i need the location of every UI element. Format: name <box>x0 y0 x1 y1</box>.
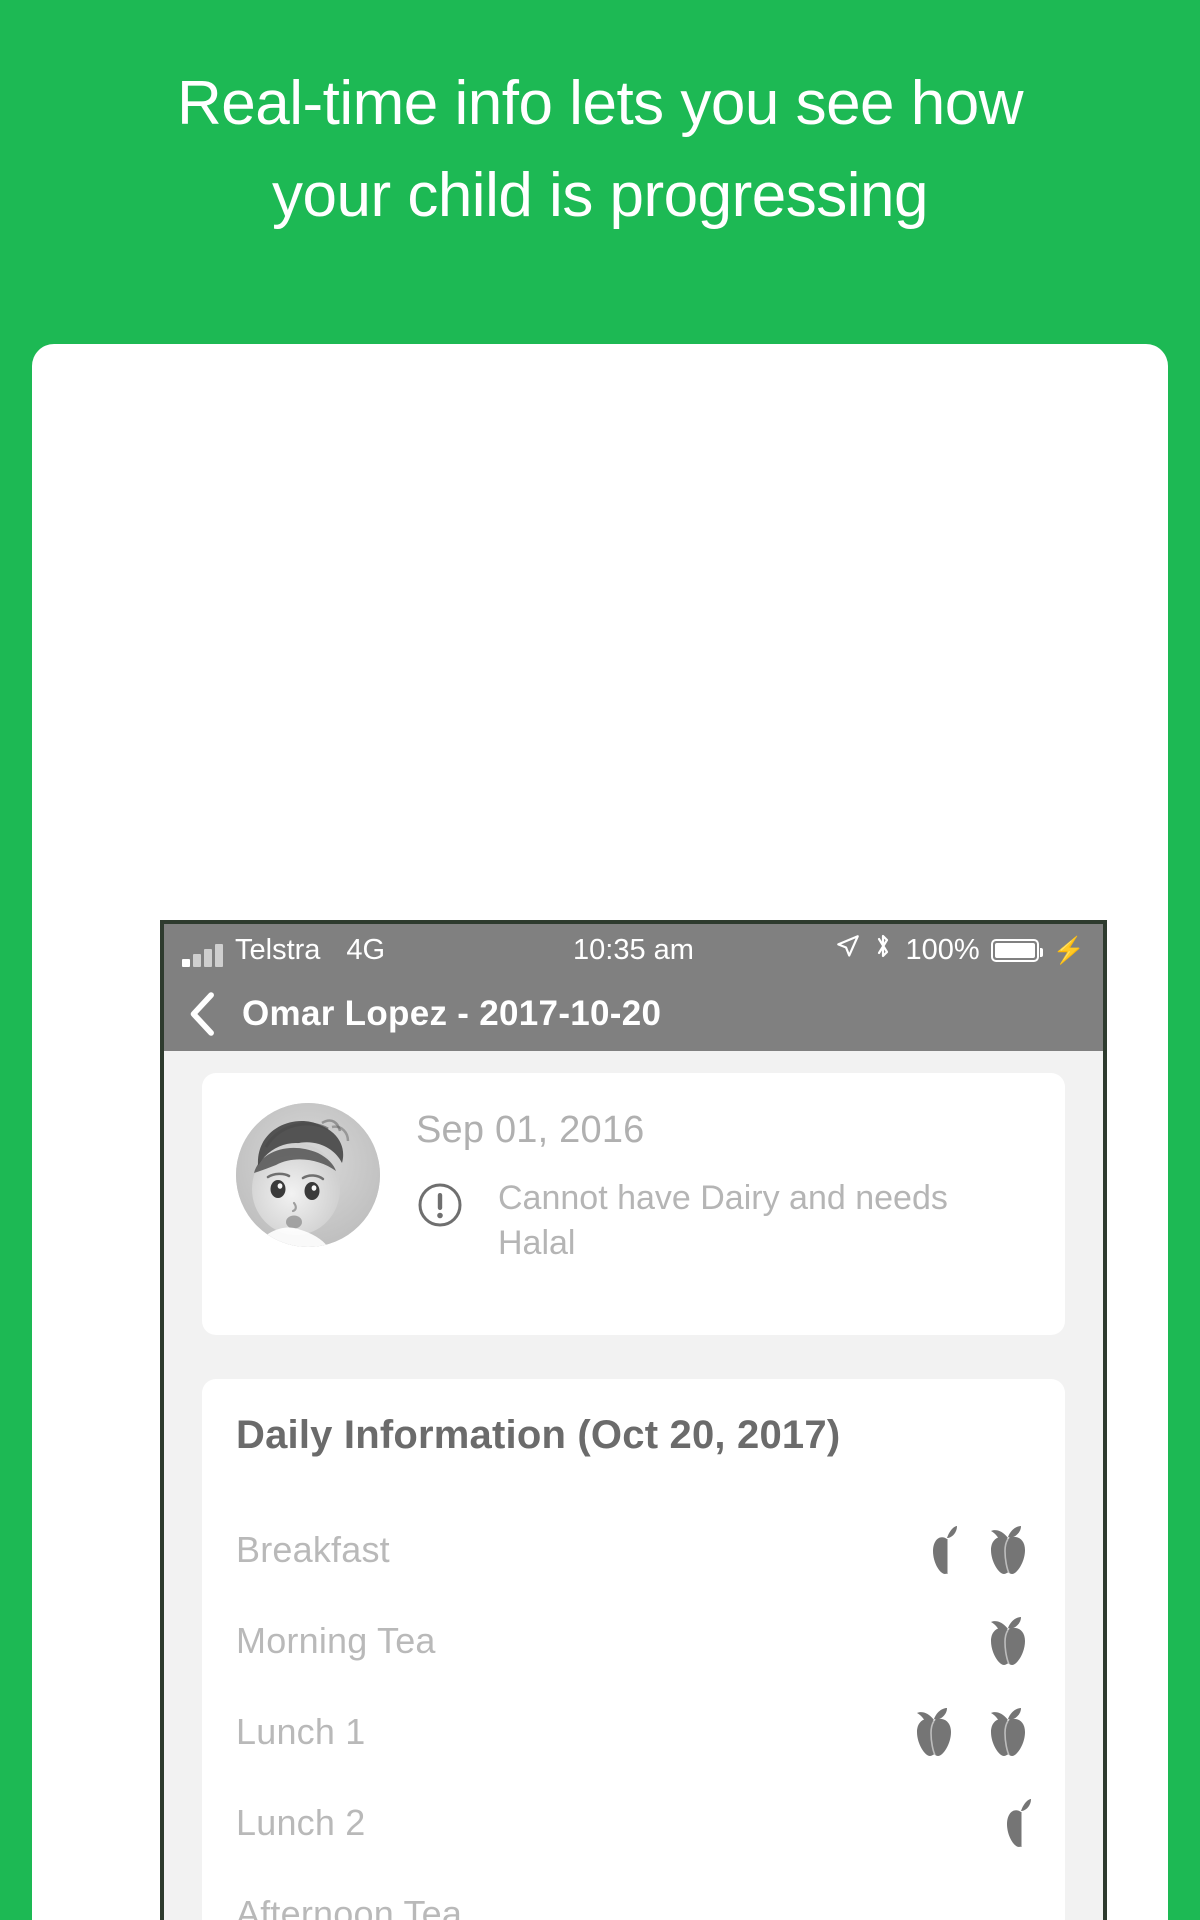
meal-serving-icons <box>985 1615 1031 1667</box>
white-panel: Telstra 4G 10:35 am 100% ⚡ Omar Lopez - … <box>32 344 1168 1920</box>
battery-full-icon <box>990 938 1043 962</box>
apple-icon <box>991 1616 1025 1665</box>
location-arrow-icon <box>835 933 861 967</box>
meal-label: Lunch 1 <box>236 1710 366 1752</box>
child-profile-card[interactable]: Sep 01, 2016 Cannot have Dairy and needs… <box>202 1073 1065 1335</box>
status-bar-right: 100% ⚡ <box>835 932 1085 968</box>
profile-details: Sep 01, 2016 Cannot have Dairy and needs… <box>416 1103 968 1305</box>
status-bar: Telstra 4G 10:35 am 100% ⚡ <box>164 924 1103 976</box>
nav-bar: Omar Lopez - 2017-10-20 <box>164 976 1103 1051</box>
meal-row[interactable]: Breakfast <box>236 1504 1031 1595</box>
phone-mockup: Telstra 4G 10:35 am 100% ⚡ Omar Lopez - … <box>160 920 1107 1920</box>
apple-icon <box>985 1615 1031 1667</box>
meal-row[interactable]: Afternoon Tea <box>236 1868 1031 1920</box>
apple-icon <box>991 1707 1025 1756</box>
exclamation-circle-icon <box>416 1181 464 1229</box>
dietary-alert: Cannot have Dairy and needs Halal <box>416 1176 968 1266</box>
half-apple-icon <box>1007 1798 1031 1847</box>
avatar <box>236 1103 380 1247</box>
apple-icon <box>991 1525 1025 1574</box>
dietary-alert-text: Cannot have Dairy and needs Halal <box>498 1179 948 1262</box>
meal-row[interactable]: Morning Tea <box>236 1595 1031 1686</box>
meal-label: Lunch 2 <box>236 1801 366 1843</box>
app-content: Sep 01, 2016 Cannot have Dairy and needs… <box>164 1051 1103 1920</box>
apple-icon <box>917 1707 951 1756</box>
daily-information-title: Daily Information (Oct 20, 2017) <box>236 1413 841 1457</box>
meal-row[interactable]: Lunch 2 <box>236 1777 1031 1868</box>
meal-serving-icons <box>931 1524 1031 1576</box>
nav-title: Omar Lopez - 2017-10-20 <box>242 993 662 1033</box>
carrier-label: Telstra <box>235 933 321 966</box>
half-apple-icon <box>931 1524 957 1576</box>
meal-label: Afternoon Tea <box>236 1892 463 1920</box>
back-button[interactable] <box>164 991 242 1037</box>
meal-row[interactable]: Lunch 1 <box>236 1686 1031 1777</box>
status-bar-left: Telstra 4G <box>182 934 385 967</box>
daily-information-card: Daily Information (Oct 20, 2017) Breakfa… <box>202 1379 1065 1920</box>
meal-label: Breakfast <box>236 1528 390 1570</box>
apple-icon <box>985 1524 1031 1576</box>
lightning-bolt-icon: ⚡ <box>1052 935 1085 965</box>
network-type-label: 4G <box>346 933 386 966</box>
signal-bars-icon <box>182 943 223 967</box>
half-apple-icon <box>1005 1797 1031 1849</box>
child-avatar-photo <box>236 1103 380 1247</box>
half-apple-icon <box>933 1525 957 1574</box>
date-of-birth: Sep 01, 2016 <box>416 1109 645 1151</box>
page-title: Real-time info lets you see how your chi… <box>176 69 1024 230</box>
screenshot-root: Real-time info lets you see how your chi… <box>0 0 1200 1920</box>
meal-serving-icons <box>1005 1797 1031 1849</box>
meal-rows-list: Breakfast Morning Tea Lunch 1 Lunch 2 Aftern… <box>236 1504 1031 1920</box>
battery-percent-label: 100% <box>905 933 980 966</box>
apple-icon <box>985 1706 1031 1758</box>
chevron-left-icon <box>186 991 220 1037</box>
meal-label: Morning Tea <box>236 1619 436 1661</box>
meal-serving-icons <box>911 1706 1031 1758</box>
bluetooth-icon <box>872 932 894 968</box>
apple-icon <box>911 1706 957 1758</box>
